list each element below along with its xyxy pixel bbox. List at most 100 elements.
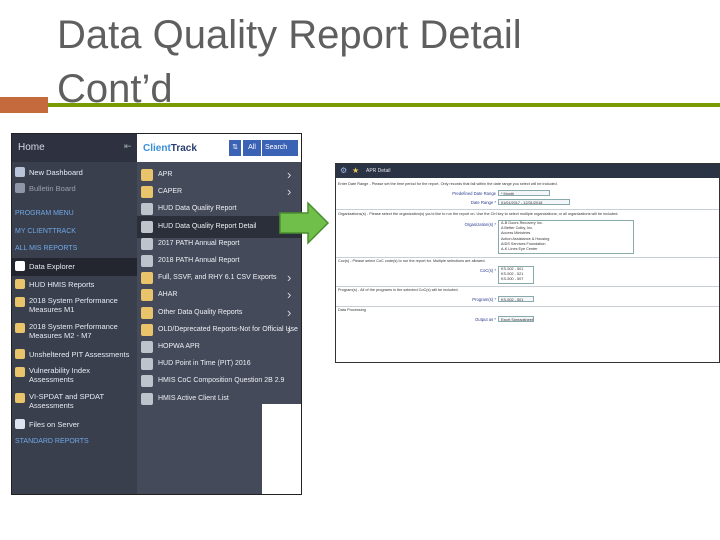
accent-square	[0, 97, 48, 113]
folder-icon	[141, 169, 153, 181]
slide-title: Data Quality Report Detail Cont’d	[57, 8, 677, 116]
sidebar-item-vi-spdat[interactable]: VI-SPDAT and SPDAT Assessments	[12, 390, 137, 414]
search-input[interactable]: Search	[262, 140, 298, 156]
folder-icon	[141, 186, 153, 199]
sidebar-item-vulnerability-index[interactable]: Vulnerability Index Assessments	[12, 364, 137, 388]
pin-icon[interactable]: ⇤	[124, 141, 132, 152]
sidebar-item-bulletin-board[interactable]: Bulletin Board	[12, 180, 137, 198]
slide-title-line2: Cont’d	[57, 67, 173, 111]
menu-item-label: HUD Data Quality Report	[158, 205, 237, 213]
report-icon	[141, 358, 153, 371]
sidebar-item-data-explorer[interactable]: Data Explorer	[12, 258, 137, 276]
output-select[interactable]: Excel Spreadsheet	[498, 316, 534, 322]
coc-instructions: Coc(s) - Please select CoC code(s) to ru…	[338, 259, 486, 263]
sidebar-item-spm-m2-m7[interactable]: 2018 System Performance Measures M2 - M7	[12, 320, 137, 344]
folder-icon	[15, 323, 25, 333]
home-label: Home	[18, 142, 45, 153]
right-arrow-icon	[279, 201, 330, 245]
sidebar-home[interactable]: Home ⇤	[12, 134, 137, 162]
program-instructions: Program(s) - All of the programs in the …	[338, 288, 459, 292]
report-icon	[141, 375, 153, 388]
chevron-right-icon[interactable]: ›	[287, 184, 291, 199]
report-title-bar: ⚙ ★ APR Detail	[336, 164, 719, 178]
sidebar-item-files-on-server[interactable]: Files on Server	[12, 416, 137, 434]
sidebar-item-hud-hmis-reports[interactable]: HUD HMIS Reports	[12, 276, 137, 294]
processing-heading: Data Processing	[338, 308, 366, 312]
menu-item-label: HMIS CoC Composition Question 2B 2.9	[158, 377, 285, 385]
sidebar-item-unsheltered-pit[interactable]: Unsheltered PIT Assessments	[12, 346, 137, 364]
chevron-right-icon[interactable]: ›	[287, 287, 291, 302]
date-range-input[interactable]: 01/01/2017 - 12/31/2018	[498, 199, 570, 205]
menu-item-label: HUD Point in Time (PIT) 2016	[158, 360, 251, 368]
organization-instructions: Organizations(s) - Please select the org…	[338, 212, 619, 216]
chevron-right-icon[interactable]: ›	[287, 305, 291, 320]
coc-label: CoC(s) *	[479, 268, 496, 273]
gear-icon[interactable]: ⚙	[340, 166, 347, 175]
clienttrack-header: ClientTrack ⇅ All Search	[137, 134, 301, 162]
search-scope-icon[interactable]: ⇅	[229, 140, 241, 156]
date-range-label: Predefined Date Range	[452, 191, 496, 196]
sidebar-item-spm-m1[interactable]: 2018 System Performance Measures M1	[12, 294, 137, 318]
divider	[336, 286, 719, 287]
range-label: Date Range *	[470, 200, 496, 205]
chevron-right-icon[interactable]: ›	[287, 270, 291, 285]
organization-label: Organization(s) *	[464, 222, 496, 227]
blank-area	[262, 404, 301, 494]
check-icon	[15, 419, 25, 429]
program-select[interactable]: KS-502 - 501	[498, 296, 534, 302]
star-icon[interactable]: ★	[352, 166, 359, 175]
report-icon	[141, 220, 153, 233]
folder-icon	[141, 289, 153, 302]
menu-item-label: HMIS Active Client List	[158, 394, 229, 402]
menu-item-label: HOPWA APR	[158, 343, 200, 350]
slide-title-line1: Data Quality Report Detail	[57, 13, 522, 57]
title-underline	[48, 103, 720, 107]
folder-icon	[141, 323, 153, 336]
info-icon	[15, 261, 25, 271]
divider	[336, 257, 719, 258]
dashboard-icon	[15, 167, 25, 177]
menu-item-label: 2018 PATH Annual Report	[158, 257, 240, 264]
date-range-select[interactable]: * Month	[498, 190, 550, 196]
section-program-menu[interactable]: PROGRAM MENU	[15, 210, 74, 217]
section-standard-reports[interactable]: STANDARD REPORTS	[15, 438, 89, 445]
menu-item-label: OLD/Deprecated Reports-Not for Official …	[158, 325, 298, 333]
folder-icon	[15, 367, 25, 377]
report-icon	[141, 203, 153, 216]
menu-item-label: Other Data Quality Reports	[158, 308, 243, 316]
date-range-instructions: Enter Date Range - Please set the time p…	[338, 182, 558, 186]
menu-item-label: APR	[158, 171, 173, 178]
divider	[336, 209, 719, 210]
menu-item-label: 2017 PATH Annual Report	[158, 239, 240, 247]
list-item[interactable]: A-K Lines Eye Center	[499, 247, 633, 252]
folder-icon	[15, 279, 25, 289]
section-all-mis-reports[interactable]: ALL MIS REPORTS	[15, 245, 77, 252]
bulletin-icon	[15, 183, 25, 193]
folder-icon	[15, 297, 25, 307]
report-title: APR Detail	[366, 168, 391, 174]
program-label: Program(s) *	[472, 297, 496, 302]
report-icon	[141, 255, 153, 267]
organization-list[interactable]: A-B Doors Recovery Inc. A Better Colby, …	[498, 220, 634, 254]
report-icon	[141, 392, 153, 405]
menu-item-label: Full, SSVF, and RHY 6.1 CSV Exports	[158, 274, 277, 282]
coc-list[interactable]: KS-502 - 501 KS-502 - 521 KS-500 - 507	[498, 266, 534, 284]
section-my-clienttrack[interactable]: MY CLIENTTRACK	[15, 228, 76, 235]
menu-item-label: CAPER	[158, 188, 183, 196]
chevron-right-icon[interactable]: ›	[287, 322, 291, 337]
folder-icon	[15, 393, 25, 403]
divider	[336, 306, 719, 307]
report-detail-screenshot: ⚙ ★ APR Detail Enter Date Range - Please…	[335, 163, 720, 363]
chevron-right-icon[interactable]: ›	[287, 167, 291, 182]
menu-item-label: AHAR	[158, 291, 178, 299]
menu-item-label: HUD Data Quality Report Detail	[158, 222, 257, 230]
report-icon	[141, 341, 153, 353]
sidebar: Home ⇤ New Dashboard Bulletin Board PROG…	[12, 134, 137, 494]
list-item[interactable]: KS-500 - 507	[499, 277, 533, 282]
clienttrack-menu-screenshot: Home ⇤ New Dashboard Bulletin Board PROG…	[11, 133, 302, 495]
search-scope-all[interactable]: All	[243, 140, 261, 156]
report-icon	[141, 237, 153, 250]
folder-icon	[141, 306, 153, 319]
output-label: Output as *	[475, 317, 496, 322]
folder-icon	[15, 349, 25, 359]
